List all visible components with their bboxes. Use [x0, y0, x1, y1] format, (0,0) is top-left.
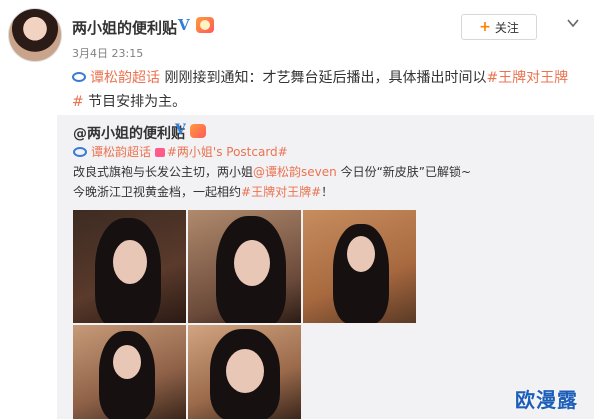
post-text: 谭松韵超话 刚刚接到通知：才艺舞台延后播出，具体播出时间以#王牌对王牌# 节目安… [72, 66, 577, 114]
post-body-2: 节目安排为主。 [83, 94, 187, 110]
post-time[interactable]: 3月4日 23:15 [72, 45, 143, 61]
verified-icon: V [178, 16, 190, 34]
repost-hashtag-link[interactable]: #两小姐's Postcard# [167, 145, 288, 159]
repost-text-c: 今晚浙江卫视黄金档，一起相约 [73, 185, 242, 199]
heart-icon [154, 148, 165, 157]
photo-4[interactable] [73, 325, 186, 419]
repost-line2-hashtag[interactable]: #王牌对王牌# [241, 185, 321, 199]
repost-line-1: 改良式旗袍与长发公主切，两小姐@谭松韵seven 今日份“新皮肤”已解锁~ [73, 163, 471, 181]
repost-line-2: 今晚浙江卫视黄金档，一起相约#王牌对王牌#！ [73, 183, 333, 201]
follow-label: 关注 [494, 20, 519, 35]
repost-topic-icon [73, 146, 87, 157]
photo-2[interactable] [188, 210, 301, 323]
repost-topic-link[interactable]: 谭松韵超话 [91, 145, 151, 159]
repost-author[interactable]: @两小姐的便利贴 [73, 123, 185, 143]
photo-3[interactable] [303, 210, 416, 323]
avatar[interactable] [8, 8, 62, 62]
plus-icon: + [479, 19, 491, 35]
chevron-down-icon[interactable] [566, 16, 580, 30]
topic-icon [72, 72, 86, 82]
photo-5[interactable] [188, 325, 301, 419]
member-badge-icon [196, 17, 214, 33]
mention-link[interactable]: @谭松韵seven [253, 165, 337, 179]
repost-text-a: 改良式旗袍与长发公主切，两小姐 [73, 165, 254, 179]
weibo-post: 两小姐的便利贴 V 3月4日 23:15 + 关注 谭松韵超话 刚刚接到通知：才… [0, 0, 594, 419]
post-body-1: 刚刚接到通知：才艺舞台延后播出，具体播出时间以 [160, 70, 487, 86]
repost-text-d: ！ [321, 185, 334, 199]
watermark: 欧漫露 [515, 388, 578, 412]
repost-text-b: 今日份“新皮肤”已解锁~ [336, 165, 472, 179]
author-name[interactable]: 两小姐的便利贴 [72, 17, 177, 38]
repost-topics: 谭松韵超话 #两小姐's Postcard# [73, 143, 288, 161]
repost-verified-icon: V [175, 122, 186, 138]
repost-member-badge-icon [190, 124, 206, 138]
follow-button[interactable]: + 关注 [461, 14, 537, 40]
photo-1[interactable] [73, 210, 186, 323]
topic-link[interactable]: 谭松韵超话 [90, 70, 160, 86]
